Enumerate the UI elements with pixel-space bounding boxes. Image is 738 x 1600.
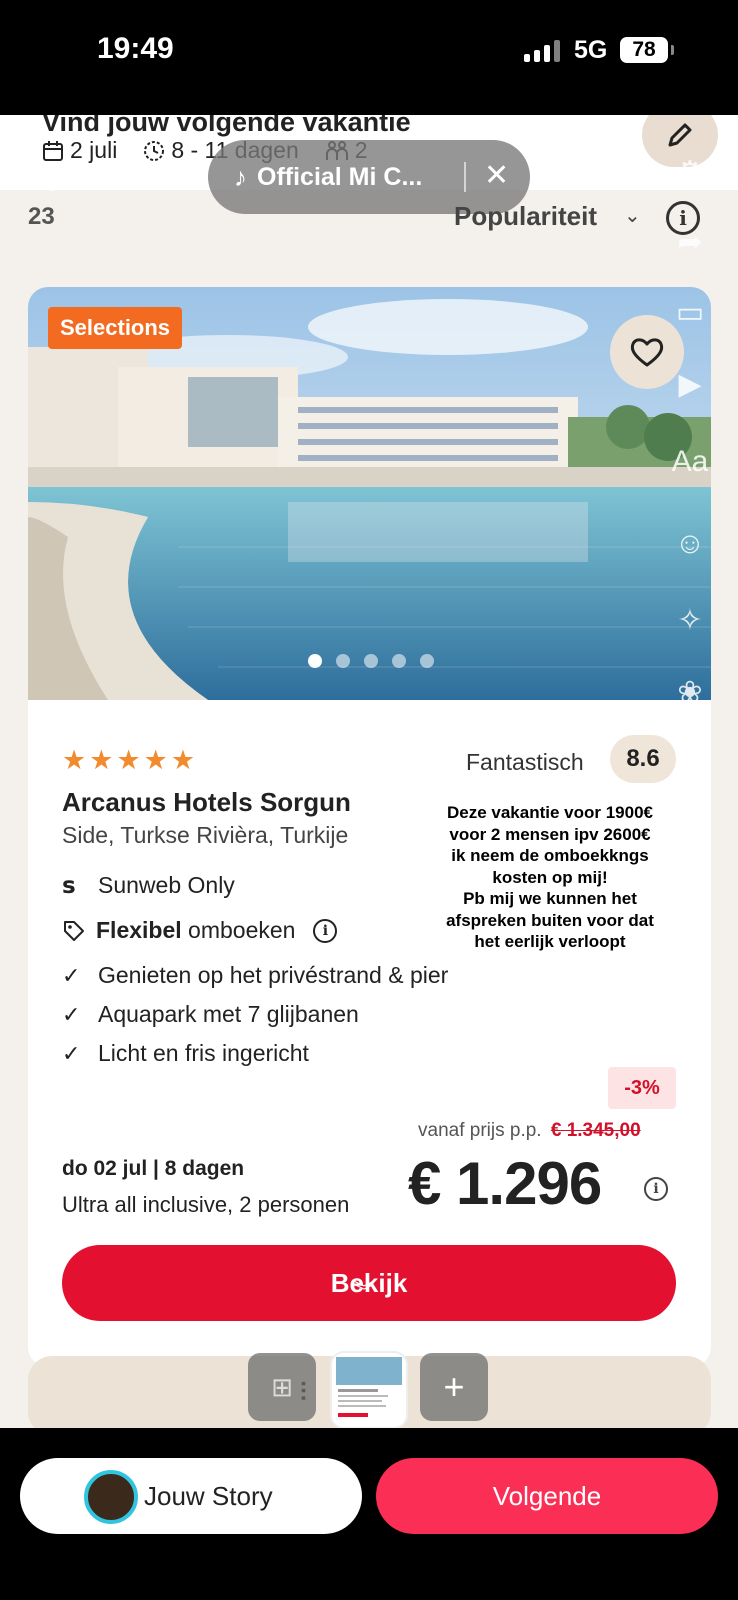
info-icon[interactable]: i bbox=[644, 1177, 668, 1201]
from-price: vanaf prijs p.p. € 1.345,00 bbox=[418, 1120, 641, 1142]
hotel-card[interactable]: Selections ★ ★ ★ ★ ★ Fantastisch 8.6 Arcanus… bbox=[28, 287, 711, 1367]
overlay-line: het eerlijk verloopt bbox=[474, 932, 626, 951]
star-icon: ★ bbox=[89, 745, 114, 775]
sunweb-only-label: Sunweb Only bbox=[98, 872, 235, 898]
music-note-icon: ♪ bbox=[234, 161, 247, 192]
check-icon: ✓ bbox=[62, 1001, 81, 1027]
pencil-icon bbox=[668, 123, 692, 147]
plus-icon: + bbox=[443, 1366, 465, 1407]
discount-badge: -3% bbox=[608, 1067, 676, 1109]
flexible-rest: omboeken bbox=[188, 917, 296, 943]
battery-icon: 78 bbox=[620, 37, 674, 63]
carousel-dot[interactable] bbox=[364, 654, 378, 668]
overlay-line: Pb mij we kunnen het bbox=[463, 889, 637, 908]
star-rating: ★ ★ ★ ★ ★ bbox=[62, 745, 195, 776]
flexible-feature: Flexibel omboeken i bbox=[62, 917, 338, 944]
clock-icon bbox=[144, 140, 165, 161]
heart-icon bbox=[630, 338, 664, 367]
star-icon: ★ bbox=[116, 745, 141, 775]
sticker-icon[interactable]: ☺ bbox=[664, 527, 716, 579]
check-icon: ✓ bbox=[62, 1040, 81, 1066]
board-type: Ultra all inclusive, 2 personen bbox=[62, 1192, 350, 1217]
overlay-line: Deze vakantie voor 1900€ bbox=[446, 803, 653, 822]
results-count: 23 bbox=[28, 203, 55, 230]
sort-dropdown[interactable]: Populariteit bbox=[454, 201, 597, 232]
from-price-label: vanaf prijs p.p. bbox=[418, 1120, 542, 1141]
selections-badge: Selections bbox=[48, 307, 183, 349]
sunweb-icon: ꜱ bbox=[62, 872, 76, 898]
highlight-item: ✓ Licht en fris ingericht bbox=[62, 1040, 309, 1067]
date-text: 2 juli bbox=[70, 137, 118, 163]
carousel-dot[interactable] bbox=[308, 654, 322, 668]
star-icon: ★ bbox=[143, 745, 168, 775]
results-sort-row: 23 Populariteit ⌄ i bbox=[0, 197, 738, 247]
share-arrow-icon[interactable]: ➦ bbox=[664, 225, 716, 277]
story-thumbnail[interactable] bbox=[330, 1351, 408, 1428]
carousel-dot[interactable] bbox=[336, 654, 350, 668]
highlight-item: ✓ Aquapark met 7 glijbanen bbox=[62, 1001, 359, 1028]
signal-icon bbox=[524, 38, 560, 62]
rating-label: Fantastisch bbox=[466, 749, 584, 775]
layout-grid-button[interactable]: ⊞ bbox=[248, 1353, 316, 1421]
app-screen: Vind jouw volgende vakantie 2 juli 8 - 1… bbox=[0, 115, 738, 1428]
circles-icon[interactable]: ❀ bbox=[664, 675, 716, 727]
status-bar: 19:49 5G 78 bbox=[0, 0, 738, 115]
info-icon[interactable]: i bbox=[313, 918, 338, 943]
chevron-down-icon[interactable]: ⌄ bbox=[664, 825, 716, 877]
overlay-line: ik neem de omboekkngs bbox=[451, 846, 649, 865]
old-price: € 1.345,00 bbox=[550, 1120, 641, 1141]
overlay-line: afspreken buiten voor dat bbox=[446, 910, 654, 930]
search-title: Vind jouw volgende vakantie bbox=[42, 115, 411, 137]
highlight-text: Aquapark met 7 glijbanen bbox=[98, 1001, 359, 1027]
overlay-line: kosten op mij! bbox=[492, 867, 608, 887]
highlight-item: ✓ Genieten op het privéstrand & pier bbox=[62, 962, 448, 989]
next-button[interactable]: Volgende bbox=[376, 1458, 718, 1534]
sparkle-icon[interactable]: ✧ bbox=[664, 603, 716, 655]
overlay-line: voor 2 mensen ipv 2600€ bbox=[449, 824, 651, 844]
close-icon[interactable]: ✕ bbox=[484, 158, 509, 193]
price: € 1.296 bbox=[408, 1150, 602, 1217]
star-icon: ★ bbox=[170, 745, 196, 775]
text-tool-icon[interactable]: Aa bbox=[664, 445, 716, 497]
hotel-photo[interactable]: Selections bbox=[28, 287, 711, 700]
music-title: Official Mi C... bbox=[257, 162, 423, 191]
trip-dates: do 02 jul | 8 dagen bbox=[62, 1157, 245, 1180]
flexible-bold: Flexibel bbox=[96, 917, 182, 943]
star-icon: ★ bbox=[62, 745, 87, 775]
carousel-dots[interactable] bbox=[308, 654, 434, 668]
video-icon[interactable]: ▶ bbox=[664, 367, 716, 419]
crop-icon[interactable]: ⌗ bbox=[664, 749, 716, 801]
grid-icon: ⊞ bbox=[271, 1371, 293, 1402]
story-bottom-bar: Jouw Story Volgende bbox=[0, 1428, 738, 1600]
carousel-dot[interactable] bbox=[392, 654, 406, 668]
check-icon: ✓ bbox=[62, 962, 81, 988]
divider bbox=[464, 162, 466, 192]
chevron-down-icon[interactable]: ⌄ bbox=[624, 203, 641, 228]
story-text-overlay: Deze vakantie voor 1900€ voor 2 mensen i… bbox=[432, 802, 668, 953]
your-story-button[interactable]: Jouw Story bbox=[20, 1458, 362, 1534]
chevron-down-icon[interactable]: ︾ bbox=[354, 1275, 374, 1304]
hotel-name[interactable]: Arcanus Hotels Sorgun bbox=[62, 787, 351, 818]
hotel-location: Side, Turkse Rivièra, Turkije bbox=[62, 822, 349, 848]
film-icon[interactable]: ▭ bbox=[664, 295, 716, 347]
network-type: 5G bbox=[574, 36, 608, 64]
your-story-label: Jouw Story bbox=[144, 1480, 273, 1511]
avatar bbox=[84, 1470, 138, 1524]
clock: 19:49 bbox=[97, 32, 174, 65]
settings-icon[interactable]: ⚙ bbox=[664, 155, 716, 207]
add-button[interactable]: + bbox=[420, 1353, 488, 1421]
thumbnail-preview bbox=[336, 1357, 402, 1417]
highlight-text: Genieten op het privéstrand & pier bbox=[98, 962, 449, 988]
highlight-text: Licht en fris ingericht bbox=[98, 1040, 309, 1066]
sunweb-only-feature: ꜱ Sunweb Only bbox=[62, 872, 235, 899]
carousel-dot[interactable] bbox=[420, 654, 434, 668]
tag-icon bbox=[64, 920, 84, 941]
